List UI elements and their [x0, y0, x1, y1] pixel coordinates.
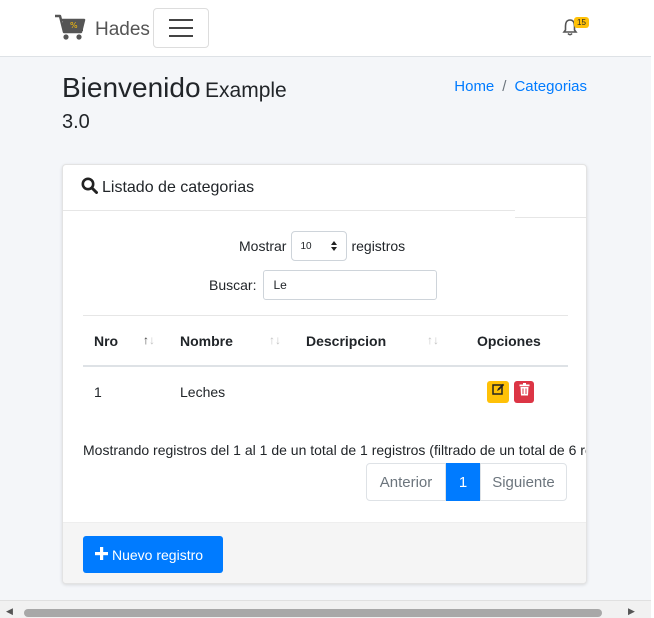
breadcrumb-home[interactable]: Home: [454, 78, 494, 95]
trash-icon: [519, 383, 530, 401]
page-length-select[interactable]: 10: [291, 231, 348, 261]
welcome-text: Bienvenido: [62, 72, 201, 103]
table-info: Mostrando registros del 1 al 1 de un tot…: [83, 442, 587, 458]
header-divider: [515, 217, 586, 218]
column-header-descripcion[interactable]: Descripcion: [306, 333, 386, 349]
card-title: Listado de categorias: [102, 178, 255, 196]
breadcrumb: Home / Categorias: [454, 78, 587, 95]
breadcrumb-categorias[interactable]: Categorias: [514, 78, 587, 95]
delete-button[interactable]: [514, 381, 534, 403]
page-length-value: 10: [300, 240, 312, 252]
column-header-opciones: Opciones: [477, 333, 541, 349]
svg-text:%: %: [70, 21, 78, 30]
pagination-next[interactable]: Siguiente: [480, 463, 567, 501]
menu-icon: [169, 19, 193, 21]
brand-name: Hades: [95, 18, 150, 40]
sort-icon[interactable]: ↑↓: [143, 333, 155, 347]
select-arrows-icon: [330, 240, 338, 255]
pagination-page-1[interactable]: 1: [446, 463, 480, 501]
edit-button[interactable]: [487, 381, 509, 403]
menu-toggle-button[interactable]: [153, 8, 209, 48]
username-text: Example: [205, 79, 287, 102]
column-header-nombre[interactable]: Nombre: [180, 333, 233, 349]
search-icon: [81, 177, 98, 199]
card-header: Listado de categorias: [63, 165, 515, 211]
scrollbar-thumb[interactable]: [24, 609, 602, 617]
length-label-after: registros: [351, 238, 406, 254]
cell-nro: 1: [94, 384, 102, 400]
search-label: Buscar:: [209, 277, 257, 293]
new-record-label: Nuevo registro: [112, 546, 204, 563]
page-title: Bienvenido Example 3.0: [62, 72, 322, 134]
cell-nombre: Leches: [180, 384, 226, 400]
horizontal-scrollbar[interactable]: ◀ ▶: [0, 600, 651, 618]
categories-card: Listado de categorias Mostrar 10 registr…: [62, 164, 587, 584]
plus-icon: [95, 546, 108, 563]
scroll-right-icon[interactable]: ▶: [628, 606, 635, 617]
search-input[interactable]: Le: [263, 270, 438, 300]
length-control: Mostrar 10 registros: [239, 231, 405, 261]
length-label-before: Mostrar: [239, 238, 287, 254]
cart-icon: %: [54, 13, 86, 46]
pagination-previous[interactable]: Anterior: [366, 463, 446, 501]
notification-badge: 15: [574, 17, 589, 28]
search-control: Buscar: Le: [209, 270, 438, 300]
top-navbar: % Hades 15: [0, 0, 651, 57]
scroll-left-icon[interactable]: ◀: [6, 606, 13, 617]
new-record-button[interactable]: Nuevo registro: [83, 536, 223, 573]
table-header: Nro ↑↓ Nombre ↑↓ Descripcion ↑↓ Opciones: [83, 315, 568, 367]
breadcrumb-separator: /: [502, 78, 507, 95]
version-text: 3.0: [62, 111, 90, 133]
brand-link[interactable]: % Hades: [54, 13, 150, 46]
edit-icon: [491, 383, 505, 401]
pagination: Anterior 1 Siguiente: [366, 463, 567, 501]
sort-icon[interactable]: ↑↓: [269, 333, 281, 347]
column-header-nro[interactable]: Nro: [94, 333, 118, 349]
card-footer: Nuevo registro: [63, 522, 586, 583]
sort-icon[interactable]: ↑↓: [427, 333, 439, 347]
